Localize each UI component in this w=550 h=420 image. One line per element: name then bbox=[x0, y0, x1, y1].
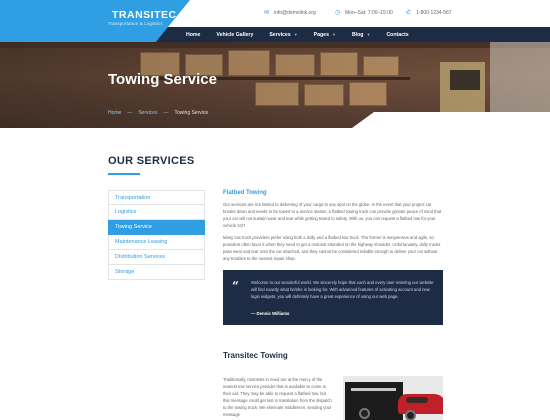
nav-item-contacts[interactable]: Contacts bbox=[378, 27, 416, 42]
breadcrumb-separator: — bbox=[163, 110, 169, 116]
breadcrumb-separator: — bbox=[127, 110, 133, 116]
contact-email[interactable]: ✉ info@demolink.org bbox=[264, 10, 316, 16]
mail-icon: ✉ bbox=[264, 10, 270, 16]
breadcrumb: Home — Services — Towing Service bbox=[108, 110, 208, 116]
section-heading: Transitec Towing bbox=[223, 351, 288, 360]
content-paragraph: Traditionally, motorists in need are at … bbox=[223, 377, 332, 417]
contact-email-text: info@demolink.org bbox=[274, 10, 316, 16]
services-heading: OUR SERVICES bbox=[108, 155, 195, 167]
breadcrumb-services[interactable]: Services bbox=[138, 110, 157, 116]
clock-icon: ◷ bbox=[335, 10, 341, 16]
contact-phone[interactable]: ✆ 1-800-1234-567 bbox=[406, 10, 452, 16]
quote-icon: “ bbox=[232, 279, 239, 293]
contact-hours: ◷ Mon–Sat: 7:00–15:00 bbox=[335, 10, 393, 16]
nav-item-services[interactable]: Services ▼ bbox=[261, 27, 305, 42]
nav-item-pages[interactable]: Pages ▼ bbox=[306, 27, 344, 42]
main-nav: Home Vehicle Gallery Services ▼ Pages ▼ Bl… bbox=[178, 27, 417, 42]
heading-underline bbox=[108, 173, 140, 175]
nav-item-blog[interactable]: Blog ▼ bbox=[344, 27, 379, 42]
content-paragraph: Many tow truck providers prefer using bo… bbox=[223, 235, 441, 261]
tow-truck-photo bbox=[343, 376, 443, 420]
logo-tagline: Transportation & Logistics bbox=[108, 21, 163, 26]
breadcrumb-current: Towing Service bbox=[174, 110, 209, 116]
sidebar-item-maintenance-leasing[interactable]: Maintenance Leasing bbox=[108, 235, 205, 250]
chevron-down-icon: ▼ bbox=[366, 32, 371, 37]
sidebar-item-logistics[interactable]: Logistics bbox=[108, 205, 205, 220]
nav-item-home[interactable]: Home bbox=[178, 27, 208, 42]
nav-item-vehicle-gallery[interactable]: Vehicle Gallery bbox=[208, 27, 261, 42]
sidebar-item-towing-service[interactable]: Towing Service bbox=[108, 220, 205, 235]
sidebar-item-transportation[interactable]: Transportation bbox=[108, 190, 205, 205]
content-paragraph: Our services are not limited to deliveri… bbox=[223, 202, 442, 228]
services-sidebar: Transportation Logistics Towing Service … bbox=[108, 190, 205, 280]
sidebar-item-storage[interactable]: Storage bbox=[108, 265, 205, 280]
quote-text: Welcome to our wonderful world. We since… bbox=[251, 280, 434, 299]
contact-hours-text: Mon–Sat: 7:00–15:00 bbox=[345, 10, 393, 16]
phone-icon: ✆ bbox=[406, 10, 412, 16]
chevron-down-icon: ▼ bbox=[293, 32, 298, 37]
contact-phone-text: 1-800-1234-567 bbox=[416, 10, 452, 16]
testimonial-quote: “ Welcome to our wonderful world. We sin… bbox=[223, 270, 443, 325]
content-heading: Flatbed Towing bbox=[223, 190, 267, 196]
main-content: Flatbed Towing Our services are not limi… bbox=[223, 190, 443, 267]
chevron-down-icon: ▼ bbox=[331, 32, 336, 37]
logo[interactable]: TRANSITEC Transportation & Logistics bbox=[0, 0, 190, 42]
sidebar-item-distribution-services[interactable]: Distribution Services bbox=[108, 250, 205, 265]
logo-name: TRANSITEC bbox=[112, 9, 177, 21]
breadcrumb-home[interactable]: Home bbox=[108, 110, 121, 116]
quote-author: — Dennis Williams bbox=[251, 311, 290, 316]
page-title: Towing Service bbox=[108, 71, 217, 88]
